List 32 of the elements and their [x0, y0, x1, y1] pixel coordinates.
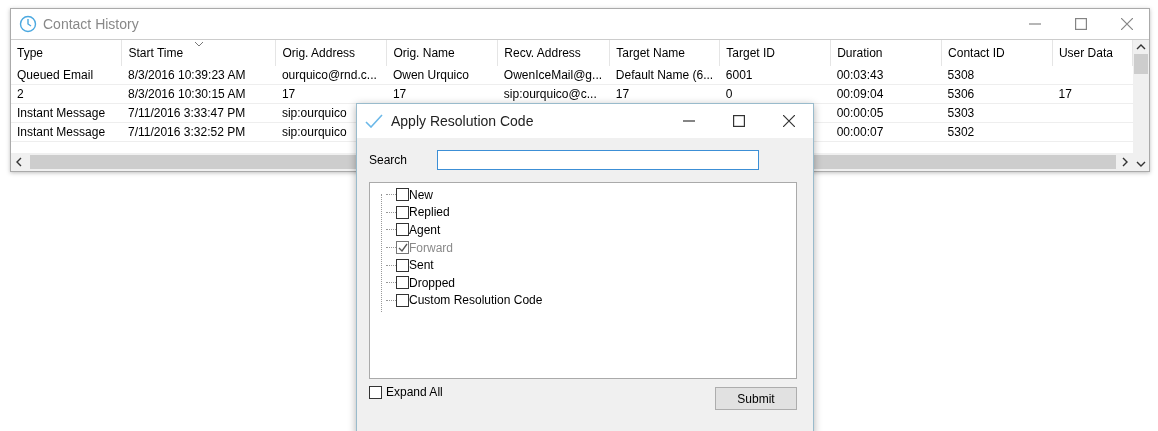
table-cell: 17	[281, 87, 296, 101]
table-cell: 00:00:07	[836, 125, 884, 139]
table-cell: 0	[725, 87, 733, 101]
table-cell: 17	[615, 87, 630, 101]
table-cell: Default Name (6...	[615, 68, 714, 82]
table-cell: Instant Message	[17, 125, 106, 139]
table-cell: 2	[17, 87, 24, 101]
search-label: Search	[369, 153, 408, 167]
table-cell: 17	[392, 87, 407, 101]
table-cell: 6001	[725, 68, 753, 82]
table-cell: Instant Message	[17, 106, 106, 120]
table-cell: 00:09:04	[836, 87, 884, 101]
table-cell: 5303	[947, 106, 975, 120]
table-cell: 8/3/2016 10:39:23 AM	[127, 68, 246, 82]
table-cell: Owen Urquico	[392, 68, 469, 82]
table-cell: 17	[1058, 87, 1072, 101]
table-cell: 5306	[947, 87, 975, 101]
table-cell: 5302	[947, 125, 975, 139]
table-cell: ourquico@rnd.c...	[281, 68, 377, 82]
table-cell: 7/11/2016 3:32:52 PM	[127, 125, 246, 139]
table-cell: 5308	[947, 68, 975, 82]
table-cell: 00:03:43	[836, 68, 884, 82]
table-cell: sip:ourquico@c...	[503, 87, 597, 101]
dialog-title: Apply Resolution Code	[391, 113, 535, 129]
table-cell: 7/11/2016 3:33:47 PM	[127, 106, 246, 120]
table-cell: Queued Email	[17, 68, 94, 82]
table-cell: OwenIceMail@g...	[503, 68, 603, 82]
table-cell: sip:ourquico	[281, 106, 347, 120]
table-cell: 8/3/2016 10:30:15 AM	[127, 87, 246, 101]
window-title: Contact History	[43, 16, 140, 32]
table-cell: 00:00:05	[836, 106, 884, 120]
table-cell: sip:ourquico	[281, 125, 347, 139]
